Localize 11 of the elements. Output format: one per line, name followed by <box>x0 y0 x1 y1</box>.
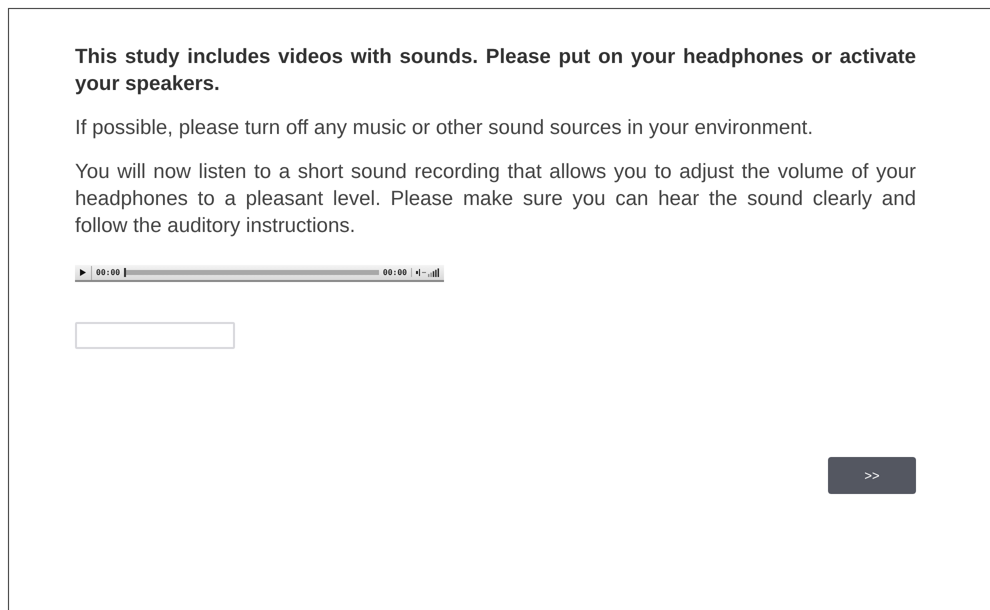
current-time: 00:00 <box>95 268 122 277</box>
answer-field[interactable] <box>75 322 235 349</box>
next-button[interactable]: >> <box>828 457 916 494</box>
paragraph: You will now listen to a short sound recording that allows you to adjust the volume of your headphones to a pleasant level. Please make sure you can hear the sound clearly and follow the auditory instructions. <box>75 159 916 239</box>
volume-icon[interactable] <box>416 268 440 277</box>
duration-time: 00:00 <box>382 268 408 277</box>
audio-player[interactable]: 00:00 00:00 <box>75 265 444 282</box>
seek-thumb[interactable] <box>124 268 126 277</box>
play-icon[interactable] <box>80 269 86 276</box>
paragraph: If possible, please turn off any music or other sound sources in your environment. <box>75 115 814 141</box>
paragraph: This study includes videos with sounds. Please put on your headphones or activate your speakers. <box>75 44 916 97</box>
